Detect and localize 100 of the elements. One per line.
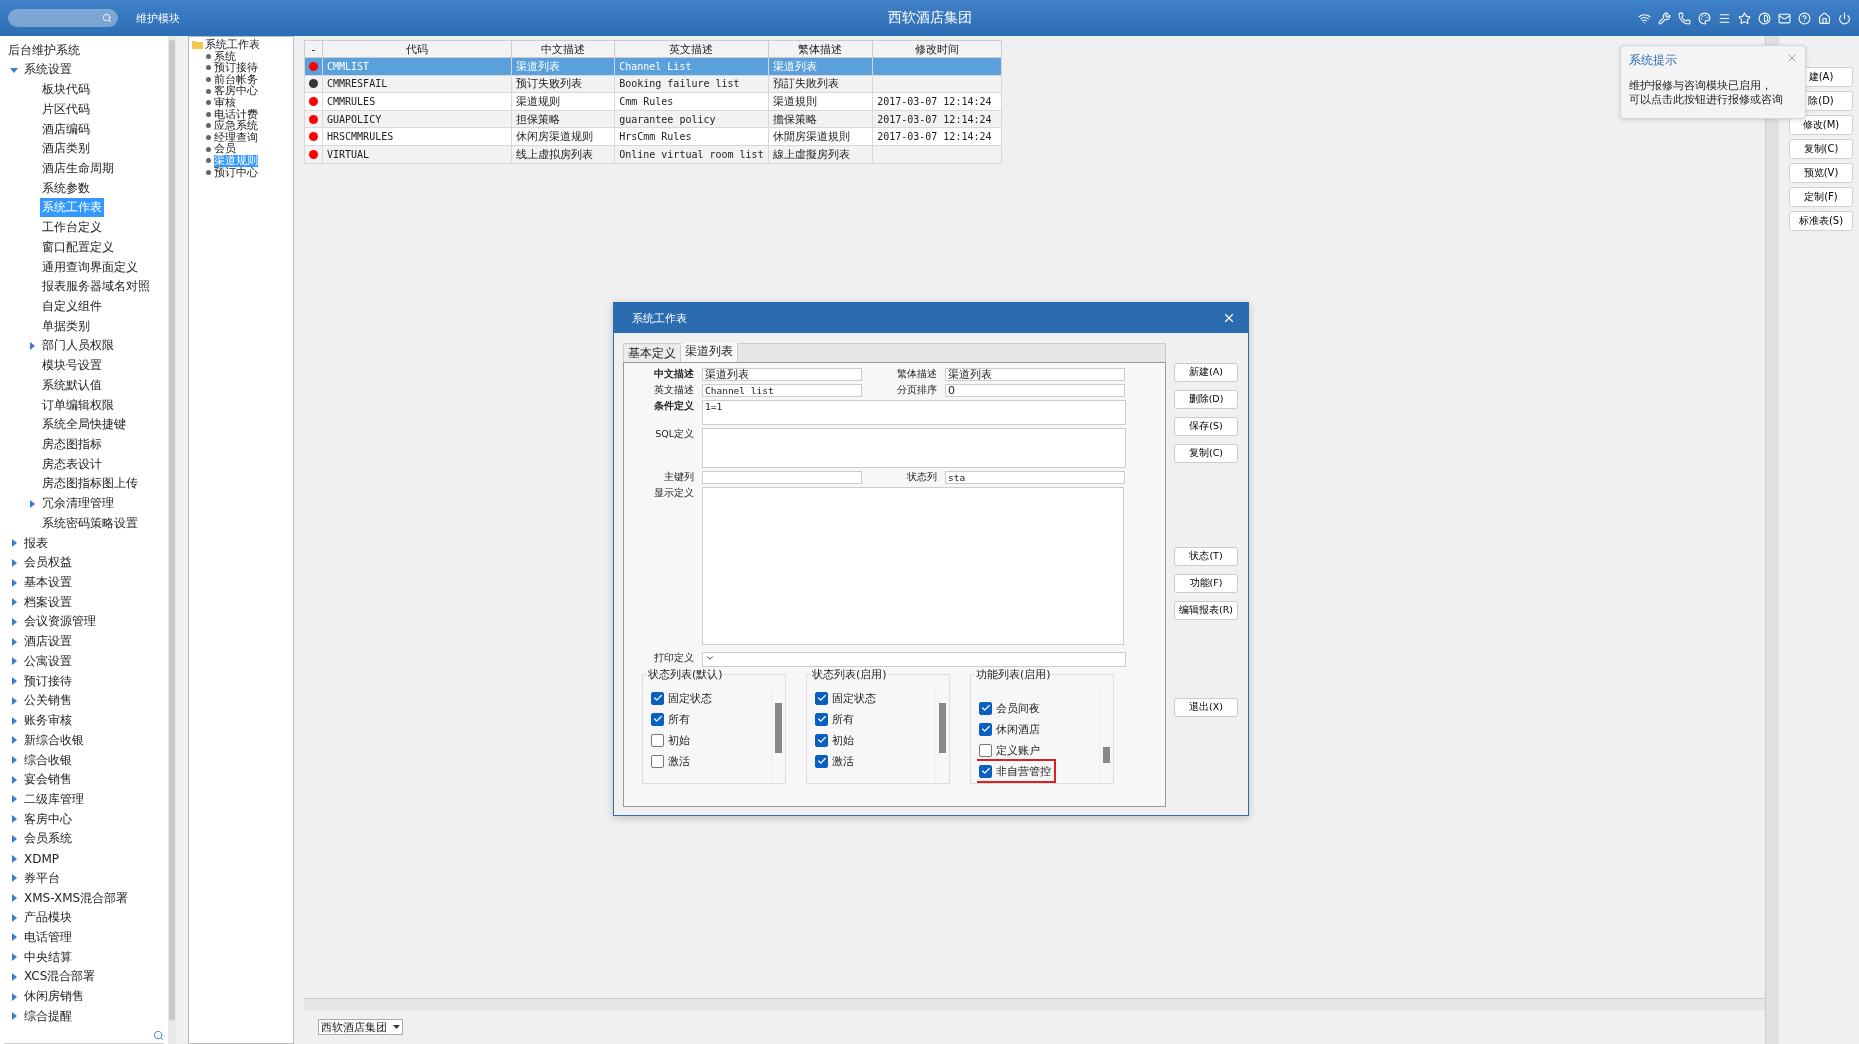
palette-icon[interactable] bbox=[1698, 11, 1711, 25]
input-field[interactable]: 0 bbox=[945, 384, 1125, 397]
sidebar-item[interactable]: 模块号设置 bbox=[40, 356, 104, 376]
sidebar-item[interactable]: 酒店类别 bbox=[40, 139, 92, 159]
sidebar-item[interactable]: 新综合收银 bbox=[22, 730, 86, 750]
sidebar-item[interactable]: XMS-XMS混合部署 bbox=[22, 888, 131, 908]
sidebar-item[interactable]: 房态图指标图上传 bbox=[40, 474, 140, 494]
sidebar-item[interactable]: 客房中心 bbox=[22, 809, 74, 829]
caret-right-icon[interactable] bbox=[10, 756, 18, 764]
sidebar-item[interactable]: 休闲房销售 bbox=[22, 987, 86, 1007]
sidebar-item[interactable]: 预订接待 bbox=[22, 671, 74, 691]
caret-right-icon[interactable] bbox=[10, 913, 18, 922]
dialog-button[interactable]: 删除(D) bbox=[1174, 390, 1238, 409]
sidebar-item[interactable]: 会议资源管理 bbox=[22, 612, 98, 632]
caret-right-icon[interactable] bbox=[10, 578, 18, 587]
caret-right-icon[interactable] bbox=[10, 657, 18, 666]
tab[interactable]: 渠道列表 bbox=[681, 343, 738, 362]
close-icon[interactable] bbox=[1222, 311, 1236, 325]
checkbox[interactable] bbox=[815, 712, 828, 726]
caret-down-icon[interactable] bbox=[10, 65, 18, 74]
caret-right-icon[interactable] bbox=[10, 716, 18, 725]
sidebar-item[interactable]: 电话管理 bbox=[22, 928, 74, 947]
checkbox[interactable] bbox=[979, 701, 992, 715]
sidebar-item[interactable]: 窗口配置定义 bbox=[40, 237, 116, 257]
tree-item[interactable]: 系统 bbox=[214, 50, 236, 63]
search-field[interactable] bbox=[8, 9, 118, 27]
tools-icon[interactable] bbox=[1658, 11, 1671, 25]
sidebar-item[interactable]: XCS混合部署 bbox=[22, 967, 98, 987]
sidebar-item[interactable]: 系统默认值 bbox=[40, 375, 104, 395]
sidebar-item[interactable]: 系统全局快捷键 bbox=[40, 415, 128, 435]
tree-item[interactable]: 预订中心 bbox=[214, 166, 258, 179]
sidebar-item[interactable]: 系统参数 bbox=[40, 178, 92, 198]
caret-right-icon[interactable] bbox=[10, 696, 18, 705]
caret-right-icon[interactable] bbox=[10, 834, 18, 843]
tree-item[interactable]: 前台帐务 bbox=[214, 73, 258, 86]
toolbar-button[interactable]: 标准表(S) bbox=[1789, 211, 1853, 231]
checkbox[interactable] bbox=[651, 754, 664, 768]
sidebar-item[interactable]: XDMP bbox=[22, 850, 62, 867]
help-icon[interactable] bbox=[1798, 11, 1811, 25]
sidebar-item[interactable]: 产品模块 bbox=[22, 908, 74, 928]
column-header[interactable]: 修改时间 bbox=[872, 40, 1002, 58]
caret-right-icon[interactable] bbox=[10, 972, 18, 981]
column-header[interactable]: 英文描述 bbox=[614, 40, 769, 58]
dialog-button[interactable]: 状态(T) bbox=[1174, 547, 1238, 566]
sidebar-item[interactable]: 房态表设计 bbox=[40, 454, 104, 474]
caret-right-icon[interactable] bbox=[10, 854, 18, 863]
sidebar-item[interactable]: 公寓设置 bbox=[22, 651, 74, 671]
caret-right-icon[interactable] bbox=[10, 894, 18, 903]
sidebar-item[interactable]: 片区代码 bbox=[40, 99, 92, 119]
sidebar-item[interactable]: 报表服务器域名对照 bbox=[40, 277, 152, 297]
dialog-button[interactable]: 新建(A) bbox=[1174, 363, 1238, 382]
caret-right-icon[interactable] bbox=[10, 736, 18, 745]
input-field[interactable]: 渠道列表 bbox=[702, 368, 862, 381]
scrollbar[interactable] bbox=[304, 998, 1765, 1010]
caret-right-icon[interactable] bbox=[10, 775, 18, 784]
caret-right-icon[interactable] bbox=[10, 795, 18, 804]
caret-right-icon[interactable] bbox=[10, 558, 18, 567]
caret-right-icon[interactable] bbox=[28, 341, 36, 350]
sidebar-item[interactable]: 报表 bbox=[22, 533, 50, 553]
menu-icon[interactable] bbox=[1718, 11, 1731, 25]
caret-right-icon[interactable] bbox=[10, 1012, 18, 1021]
sidebar-item[interactable]: 房态图指标 bbox=[40, 435, 104, 454]
sidebar-item[interactable]: 部门人员权限 bbox=[40, 336, 116, 356]
tree-item[interactable]: 预订接待 bbox=[214, 62, 258, 74]
dialog-button[interactable]: 复制(C) bbox=[1174, 444, 1238, 463]
checkbox[interactable] bbox=[651, 733, 664, 747]
tree-root[interactable]: 系统工作表 bbox=[205, 39, 260, 51]
checkbox[interactable] bbox=[651, 712, 664, 726]
sidebar-item[interactable]: 板块代码 bbox=[40, 80, 92, 100]
sidebar-item[interactable]: 系统设置 bbox=[22, 60, 74, 80]
dropdown-field[interactable] bbox=[702, 652, 1126, 667]
input-field[interactable] bbox=[702, 487, 1124, 645]
sidebar-item[interactable]: 订单编辑权限 bbox=[40, 395, 116, 415]
tree-item[interactable]: 应急系统 bbox=[214, 120, 258, 132]
caret-right-icon[interactable] bbox=[10, 598, 18, 607]
scrollbar[interactable] bbox=[168, 36, 176, 1044]
input-field[interactable]: sta bbox=[945, 471, 1125, 484]
input-field[interactable] bbox=[702, 428, 1126, 468]
sidebar-item[interactable]: 综合收银 bbox=[22, 750, 74, 770]
input-field[interactable]: 渠道列表 bbox=[945, 368, 1125, 381]
checkbox[interactable] bbox=[979, 722, 992, 736]
sidebar-item[interactable]: 单据类别 bbox=[40, 316, 92, 336]
caret-right-icon[interactable] bbox=[10, 539, 18, 548]
close-icon[interactable] bbox=[1786, 52, 1798, 64]
checkbox[interactable] bbox=[815, 754, 828, 768]
checkbox[interactable] bbox=[815, 733, 828, 747]
sidebar-item[interactable]: 综合提醒 bbox=[22, 1006, 74, 1026]
column-header[interactable]: 中文描述 bbox=[511, 40, 615, 58]
dialog-button[interactable]: 退出(X) bbox=[1174, 698, 1238, 717]
tree-item[interactable]: 客房中心 bbox=[214, 85, 258, 97]
caret-right-icon[interactable] bbox=[10, 953, 18, 962]
sidebar-item[interactable]: 工作台定义 bbox=[40, 218, 104, 238]
caret-right-icon[interactable] bbox=[28, 499, 36, 508]
sidebar-item[interactable]: 二级库管理 bbox=[22, 789, 86, 809]
checkbox[interactable] bbox=[979, 743, 992, 757]
checkbox[interactable] bbox=[651, 691, 664, 705]
input-field[interactable]: Channel list bbox=[702, 384, 862, 397]
caret-right-icon[interactable] bbox=[10, 815, 18, 824]
tree-item[interactable]: 审核 bbox=[214, 96, 236, 109]
dialog-button[interactable]: 保存(S) bbox=[1174, 417, 1238, 436]
